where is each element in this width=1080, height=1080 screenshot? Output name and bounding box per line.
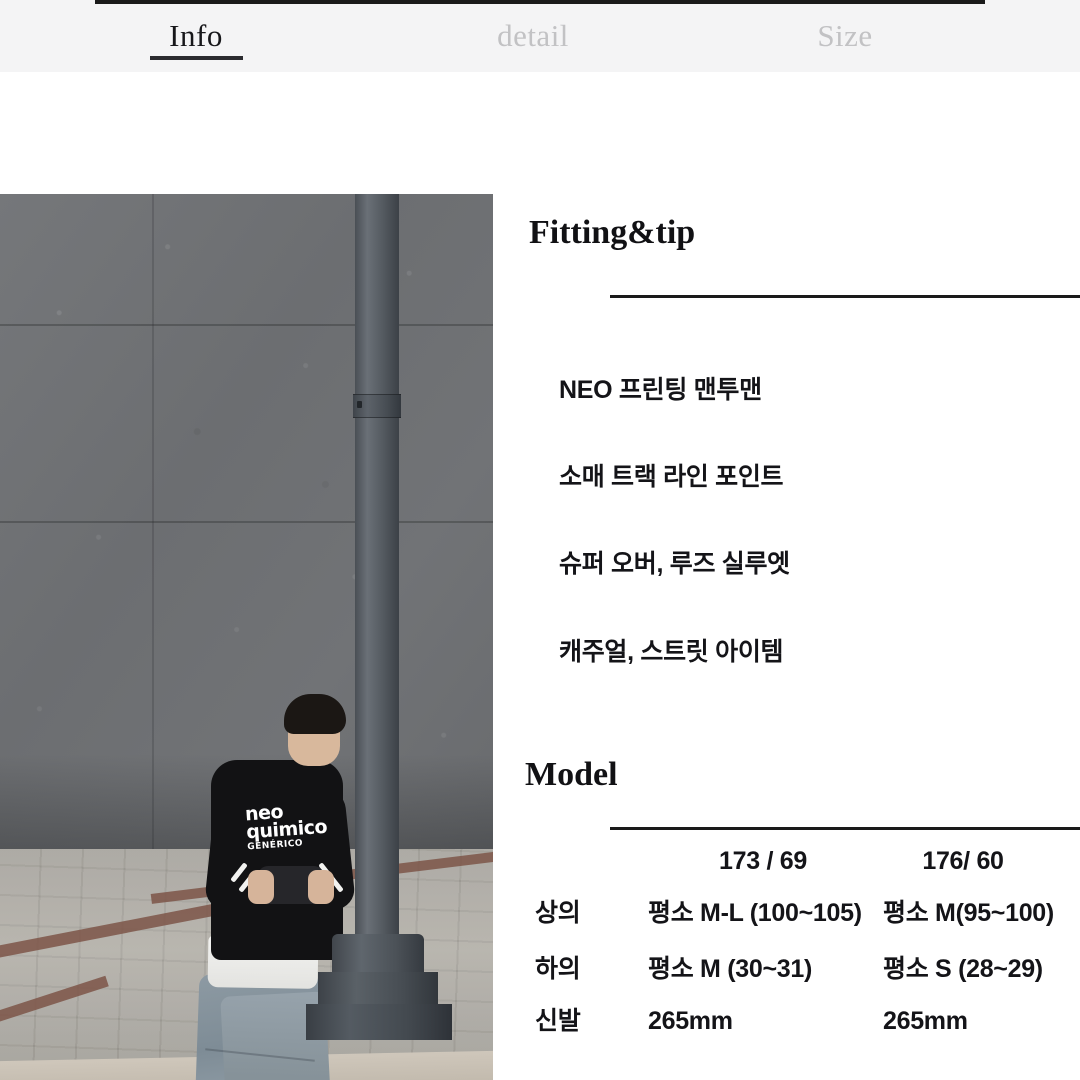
row-shoes-model-b: 265mm [883,1007,968,1035]
lamp-post [355,194,399,994]
model-hand-left [248,870,274,904]
tab-detail[interactable]: detail [413,14,653,60]
tab-size[interactable]: Size [745,14,945,60]
table-row: 하의 평소 M (30~31) 평소 S (28~29) [493,952,1080,1008]
row-top-model-a: 평소 M-L (100~105) [648,899,862,927]
row-shoes-model-a: 265mm [648,1007,733,1035]
product-photo: neo quimico GENÉRICO [0,194,493,1080]
feature-item-2: 소매 트랙 라인 포인트 [559,463,784,491]
table-row: 신발 265mm 265mm [493,1004,1080,1060]
table-header-row: 173 / 69 176/ 60 [493,844,1080,900]
fitting-tip-divider [610,295,1080,298]
row-label-top: 상의 [535,899,581,927]
wall-seam-horizontal-1 [0,324,493,326]
tab-info[interactable]: Info [96,14,296,60]
info-panel: Fitting&tip NEO 프린팅 맨투맨 소매 트랙 라인 포인트 슈퍼 … [493,194,1080,1080]
model-hair [284,694,346,734]
model-a-measurements: 173 / 69 [719,847,807,875]
lamp-post-base-lower [306,1004,452,1040]
table-row: 상의 평소 M-L (100~105) 평소 M(95~100) [493,896,1080,952]
row-label-shoes: 신발 [535,1007,581,1035]
tab-bar: Info detail Size [0,0,1080,72]
model-b-measurements: 176/ 60 [922,847,1004,875]
row-label-bottom: 하의 [535,955,581,983]
row-bottom-model-b: 평소 S (28~29) [883,955,1043,983]
row-top-model-b: 평소 M(95~100) [883,899,1054,927]
feature-item-3: 슈퍼 오버, 루즈 실루엣 [559,550,790,578]
model-heading: Model [525,756,618,793]
wall-seam-horizontal-2 [0,521,493,523]
model-hand-right [308,870,334,904]
lamp-post-bolt [357,401,362,408]
row-bottom-model-a: 평소 M (30~31) [648,955,812,983]
model-divider [610,827,1080,830]
tab-active-indicator [150,56,243,60]
tab-bar-top-rule [95,0,985,4]
model-black-sweatshirt [211,760,343,960]
feature-item-4: 캐주얼, 스트릿 아이템 [559,638,784,666]
feature-item-1: NEO 프린팅 맨투맨 [559,376,762,404]
fitting-tip-heading: Fitting&tip [529,214,696,251]
